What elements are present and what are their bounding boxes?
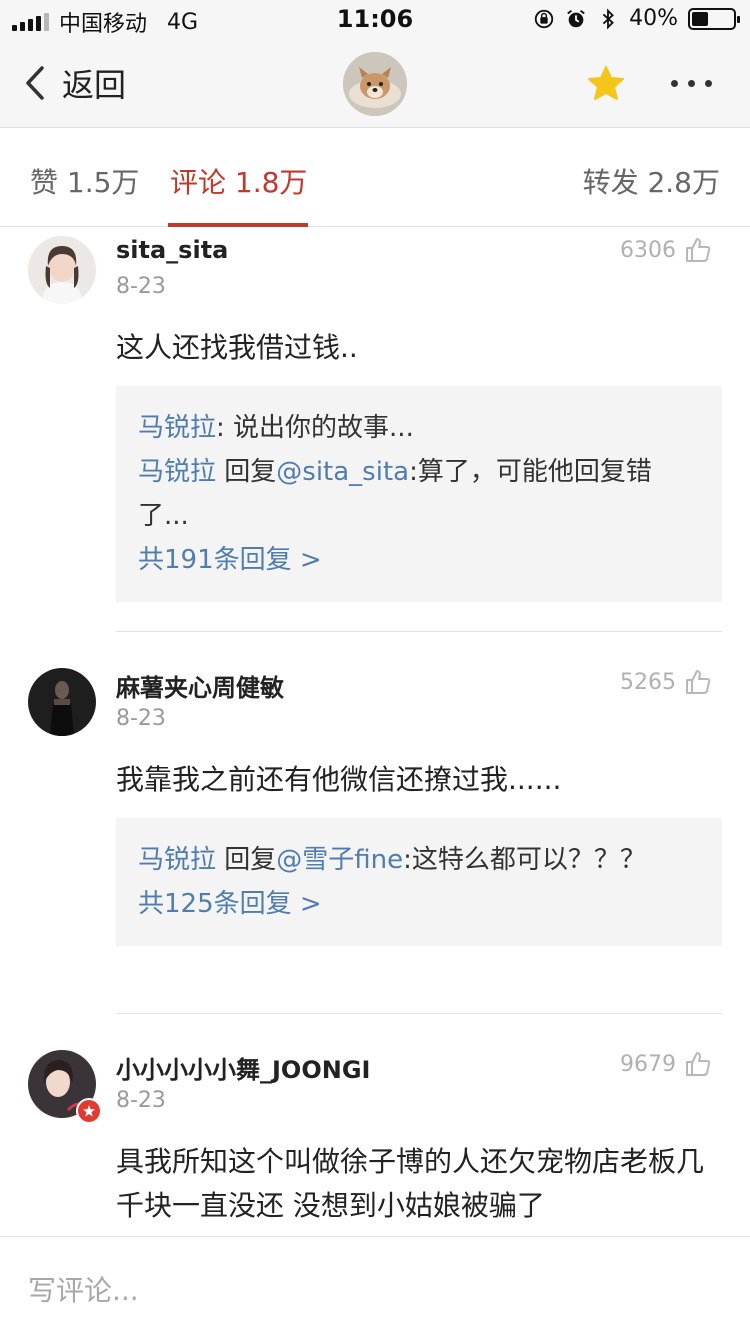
comment-username[interactable]: 麻薯夹心周健敏 [116, 668, 284, 703]
status-right: 40% [533, 6, 740, 31]
star-icon[interactable] [586, 64, 626, 104]
reply-preview[interactable]: 马锐拉 回复@雪子fine:这特么都可以？？？ 共125条回复 > [116, 818, 722, 946]
rotation-lock-icon [534, 9, 554, 28]
like-count: 9679 [620, 1051, 676, 1077]
reply-mention[interactable]: @雪子fine [276, 845, 403, 875]
tab-bar: 赞 1.5万 评论 1.8万 转发 2.8万 [0, 129, 750, 227]
post-author-avatar[interactable] [343, 52, 407, 116]
reply-username[interactable]: 马锐拉 [138, 457, 216, 487]
comment-date: 8-23 [116, 706, 166, 731]
thumbs-up-icon [686, 670, 711, 694]
reply-username[interactable]: 马锐拉 [138, 413, 216, 443]
reply-text: : 说出你的故事... [216, 413, 414, 443]
like-count: 5265 [620, 669, 676, 695]
dog-avatar-image [343, 52, 407, 116]
comment-input[interactable]: 写评论... [28, 1269, 139, 1309]
thumbs-up-icon [686, 238, 711, 262]
comment-input-bar: 写评论... [0, 1236, 750, 1334]
more-dots-icon[interactable] [671, 70, 712, 96]
tab-comments[interactable]: 评论 1.8万 [170, 161, 307, 201]
active-tab-indicator [168, 223, 308, 227]
like-button[interactable]: 5265 [620, 668, 712, 696]
bluetooth-icon [602, 8, 615, 29]
reply-text: :这特么都可以？？？ [403, 845, 646, 875]
divider [116, 1013, 722, 1014]
battery-fill [692, 11, 708, 26]
avatar[interactable] [28, 668, 96, 736]
view-replies-link[interactable]: 共191条回复 > [138, 538, 700, 582]
reply-line: 马锐拉 回复@雪子fine:这特么都可以？？？ [138, 838, 700, 882]
reply-line: 马锐拉: 说出你的故事... [138, 406, 700, 450]
comment-text: 我靠我之前还有他微信还撩过我...... [116, 763, 562, 796]
like-count: 6306 [620, 237, 676, 263]
comment-text: 这人还找我借过钱.. [116, 331, 358, 364]
alarm-icon [567, 9, 585, 27]
battery-icon [688, 7, 740, 30]
reply-mention[interactable]: @sita_sita [276, 457, 409, 487]
battery-percent: 40% [629, 6, 678, 31]
back-label: 返回 [62, 66, 127, 104]
reply-line: 马锐拉 回复@sita_sita:算了，可能他回复错了... [138, 450, 700, 538]
like-button[interactable]: 9679 [620, 1050, 712, 1078]
tab-likes[interactable]: 赞 1.5万 [30, 161, 139, 201]
thumbs-up-icon [686, 1052, 711, 1076]
reply-preview[interactable]: 马锐拉: 说出你的故事... 马锐拉 回复@sita_sita:算了，可能他回复… [116, 386, 722, 602]
reply-username[interactable]: 马锐拉 [138, 845, 216, 875]
status-bar: 中国移动 4G 11:06 40% [0, 0, 750, 40]
comment-date: 8-23 [116, 274, 166, 299]
divider [116, 631, 722, 632]
verified-badge-icon [76, 1098, 102, 1124]
back-button[interactable]: 返回 [24, 60, 126, 106]
reply-keyword: 回复 [216, 845, 277, 875]
avatar[interactable] [28, 236, 96, 304]
chevron-left-icon [26, 66, 44, 100]
like-button[interactable]: 6306 [620, 236, 712, 264]
nav-bar: 返回 [0, 40, 750, 128]
comment-username[interactable]: 小小小小小舞_JOONGI [116, 1050, 370, 1085]
view-replies-link[interactable]: 共125条回复 > [138, 882, 700, 926]
comment-text: 具我所知这个叫做徐子博的人还欠宠物店老板几千块一直没还 没想到小姑娘被骗了 [116, 1145, 705, 1222]
comment-list[interactable]: sita_sita 6306 8-23 这人还找我借过钱.. 马锐拉: 说出你的… [0, 228, 750, 1236]
comment-date: 8-23 [116, 1088, 166, 1113]
reply-keyword: 回复 [216, 457, 277, 487]
comment-username[interactable]: sita_sita [116, 236, 228, 264]
tab-reposts[interactable]: 转发 2.8万 [583, 161, 720, 201]
